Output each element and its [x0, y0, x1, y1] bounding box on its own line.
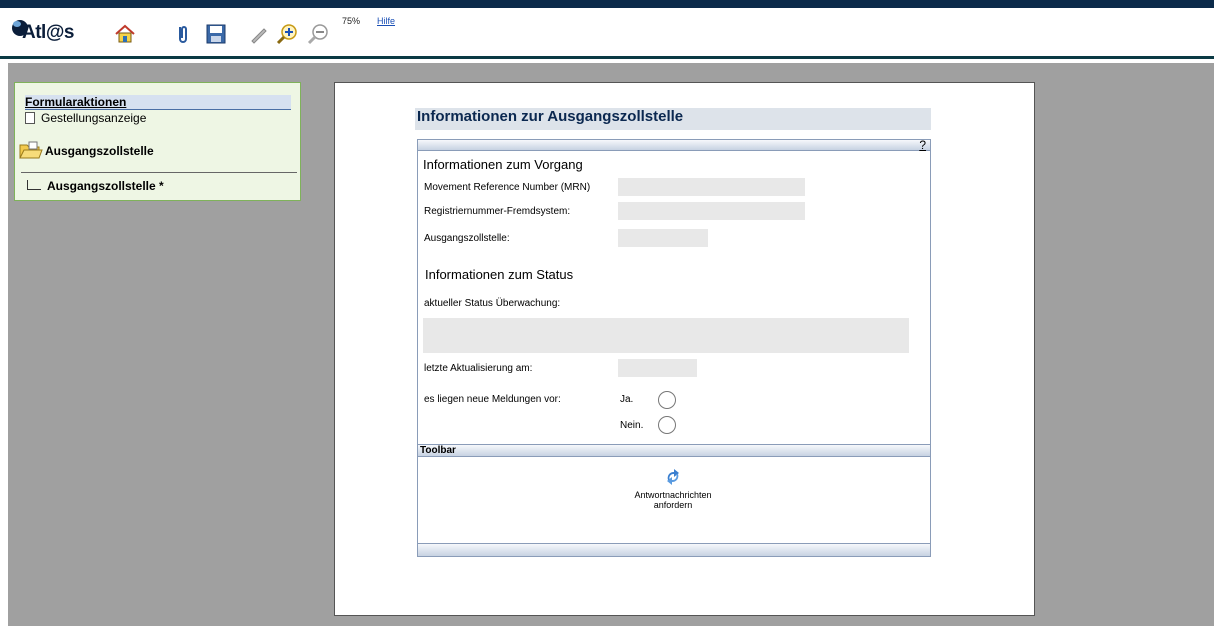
- logo-text: Atl@s: [22, 22, 74, 43]
- panel-footer-bar: [418, 543, 930, 556]
- sidebar-item-label: Gestellungsanzeige: [41, 111, 147, 125]
- request-responses-button[interactable]: Antwortnachrichten anfordern: [618, 466, 728, 510]
- mrn-field[interactable]: [618, 178, 805, 196]
- document-icon: [25, 112, 35, 124]
- open-folder-icon: [19, 141, 43, 159]
- paperclip-icon[interactable]: [176, 22, 190, 46]
- regnr-label: Registriernummer-Fremdsystem:: [424, 206, 571, 217]
- sidebar-item-gestellungsanzeige[interactable]: Gestellungsanzeige: [25, 111, 146, 125]
- radio-yes-label: Ja.: [620, 394, 634, 405]
- section-title-status: Informationen zum Status: [425, 267, 574, 282]
- sidebar-divider: [21, 172, 297, 173]
- sidebar-folder-ausgangszollstelle[interactable]: Ausgangszollstelle: [19, 141, 154, 161]
- regnr-field[interactable]: [618, 202, 805, 220]
- save-icon[interactable]: [206, 22, 226, 46]
- header-divider: [0, 56, 1214, 59]
- tree-connector: [27, 180, 41, 190]
- action-label-line1: Antwortnachrichten: [634, 490, 712, 500]
- help-link[interactable]: Hilfe: [377, 16, 395, 26]
- zoom-level: 75%: [342, 16, 361, 26]
- radio-no[interactable]: [658, 416, 676, 434]
- form-actions-panel: Formularaktionen Gestellungsanzeige Ausg…: [14, 82, 301, 201]
- update-field[interactable]: [618, 359, 697, 377]
- zoom-in-icon[interactable]: [275, 22, 299, 46]
- top-strip: [0, 0, 1214, 8]
- sidebar-subitem-label: Ausgangszollstelle *: [47, 179, 164, 193]
- section-title-vorgang: Informationen zum Vorgang: [423, 157, 583, 172]
- status-label: aktueller Status Überwachung:: [424, 298, 561, 309]
- sidebar-subitem-ausgangszollstelle[interactable]: Ausgangszollstelle *: [27, 179, 164, 193]
- ausgangszollstelle-field[interactable]: [618, 229, 708, 247]
- home-icon[interactable]: [114, 22, 136, 46]
- sidebar-folder-label: Ausgangszollstelle: [45, 144, 154, 158]
- zoom-out-icon[interactable]: [306, 22, 330, 46]
- radio-no-label: Nein.: [620, 420, 644, 431]
- update-label: letzte Aktualisierung am:: [424, 363, 533, 374]
- form-title: Informationen zur Ausgangszollstelle: [415, 108, 931, 130]
- status-field[interactable]: [423, 318, 909, 353]
- mrn-label: Movement Reference Number (MRN): [424, 182, 591, 193]
- refresh-arrows-icon: [667, 469, 679, 485]
- toolbar-bar: Toolbar: [418, 444, 930, 457]
- ausgangszollstelle-label: Ausgangszollstelle:: [424, 233, 510, 244]
- action-label-line2: anfordern: [653, 500, 693, 510]
- form-actions-title: Formularaktionen: [25, 95, 291, 110]
- pen-icon[interactable]: [249, 22, 269, 46]
- form-panel: ? Informationen zum Vorgang Movement Ref…: [417, 138, 931, 557]
- radio-yes[interactable]: [658, 391, 676, 409]
- help-question-mark[interactable]: ?: [919, 138, 926, 152]
- news-label: es liegen neue Meldungen vor:: [424, 394, 561, 405]
- panel-header-bar: ?: [418, 138, 930, 152]
